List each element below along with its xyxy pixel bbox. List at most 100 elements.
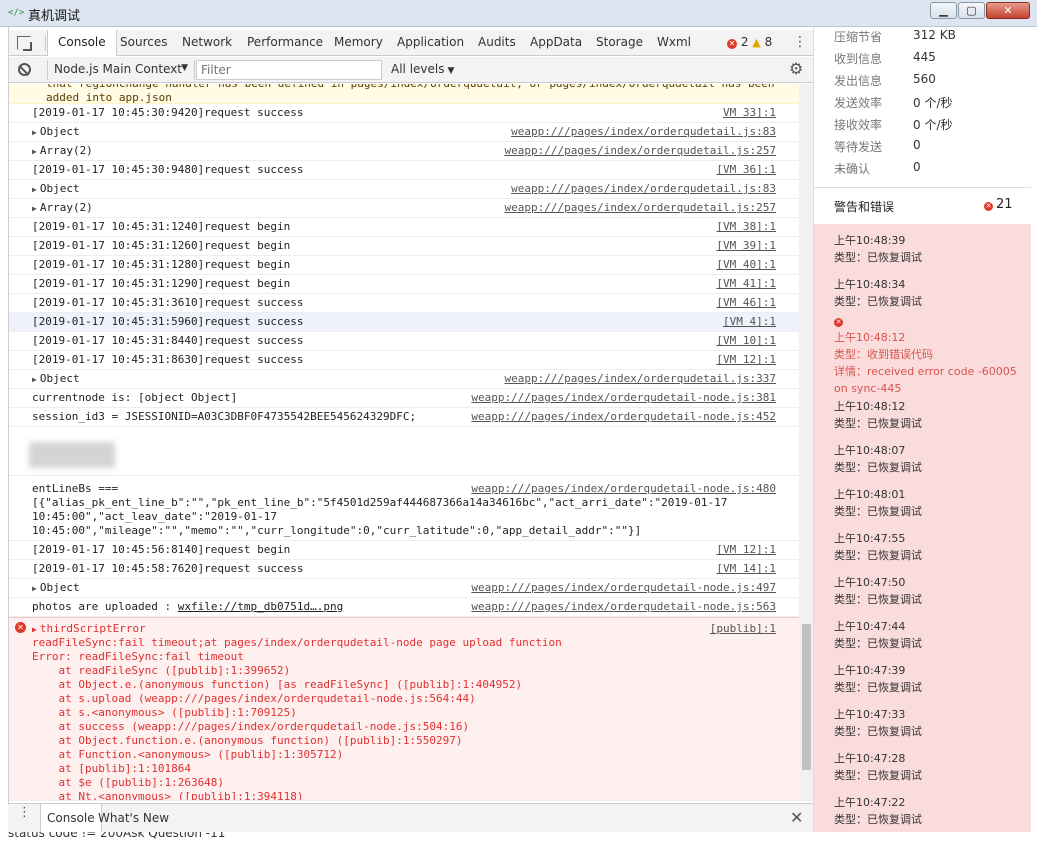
source-link[interactable]: [VM 10]:1 (716, 334, 776, 348)
log-levels-select[interactable]: All levels ▼ (391, 62, 454, 76)
source-link[interactable]: weapp:///pages/index/orderqudetail-node.… (471, 410, 776, 424)
log-message-text: Array(2) (39, 201, 93, 214)
tab-storage[interactable]: Storage (596, 35, 643, 49)
expand-triangle-icon[interactable]: ▶ (32, 185, 37, 194)
scroll-thumb[interactable] (802, 624, 811, 770)
log-row: [2019-01-17 10:45:58:7620]request succes… (9, 560, 799, 579)
alert-detail1: 详情：received error code -60005 (834, 365, 1017, 378)
error-warning-counter[interactable]: ✕ 2 ▲ 8 (727, 35, 772, 49)
minimize-button[interactable]: ▁ (930, 2, 957, 19)
warning-count: 8 (764, 35, 773, 49)
expand-triangle-icon[interactable]: ▶ (32, 375, 37, 384)
source-link[interactable]: [VM 36]:1 (716, 163, 776, 177)
more-options-icon[interactable]: ⋮ (793, 35, 807, 49)
source-link[interactable]: weapp:///pages/index/orderqudetail.js:83 (511, 125, 776, 139)
stat-label: 等待发送 (834, 140, 883, 154)
source-link[interactable]: [VM 46]:1 (716, 296, 776, 310)
log-message-text: currentnode is: [object Object] (32, 391, 238, 404)
source-link[interactable]: weapp:///pages/index/orderqudetail.js:25… (504, 144, 776, 158)
alerts-count-value: 21 (996, 197, 1013, 212)
error-icon: ✕ (727, 39, 737, 49)
stat-row: 发出信息 560 (834, 72, 936, 89)
source-link[interactable]: VM 33]:1 (723, 106, 776, 120)
source-link[interactable]: weapp:///pages/index/orderqudetail.js:33… (504, 372, 776, 386)
tab-separator (45, 35, 46, 51)
source-link[interactable]: weapp:///pages/index/orderqudetail.js:83 (511, 182, 776, 196)
log-row: [2019-01-17 10:45:31:8440]request succes… (9, 332, 799, 351)
log-row[interactable]: ▶ Object weapp:///pages/index/orderqudetai… (9, 180, 799, 199)
tab-console[interactable]: Console (47, 30, 117, 56)
alert-item: 上午10:48:01 类型：已恢复调试 (834, 486, 922, 520)
log-message: [2019-01-17 10:45:31:3610]request succes… (32, 296, 304, 310)
tab-audits[interactable]: Audits (478, 35, 516, 49)
source-link[interactable]: [VM 12]:1 (716, 543, 776, 557)
log-row[interactable]: ▶ Array(2) weapp:///pages/index/orderqudet… (9, 142, 799, 161)
log-message-text: [2019-01-17 10:45:30:9480]request succes… (32, 163, 304, 176)
log-row[interactable]: ▶ Object weapp:///pages/index/orderqudetai… (9, 579, 799, 598)
stat-row: 未确认 0 (834, 160, 921, 177)
log-message-text: [2019-01-17 10:45:30:9420]request succes… (32, 106, 304, 119)
log-row: [2019-01-17 10:45:56:8140]request begin [… (9, 541, 799, 560)
tab-application[interactable]: Application (397, 35, 464, 49)
source-link[interactable]: weapp:///pages/index/orderqudetail-node.… (471, 581, 776, 595)
clear-console-icon[interactable] (18, 63, 31, 76)
source-link[interactable]: weapp:///pages/index/orderqudetail-node.… (471, 391, 776, 405)
close-drawer-icon[interactable]: ✕ (790, 808, 803, 827)
source-link[interactable]: weapp:///pages/index/orderqudetail-node.… (471, 600, 776, 614)
log-row[interactable]: ▶ Object weapp:///pages/index/orderqudetai… (9, 123, 799, 142)
close-window-button[interactable]: ✕ (986, 2, 1030, 19)
log-row[interactable]: ▶ Object weapp:///pages/index/orderqudetai… (9, 370, 799, 389)
source-link[interactable]: [publib]:1 (710, 622, 776, 636)
log-message-text: [2019-01-17 10:45:31:1290]request begin (32, 277, 291, 290)
log-message-text: [2019-01-17 10:45:31:3610]request succes… (32, 296, 304, 309)
alert-type: 类型：已恢复调试 (834, 417, 922, 430)
expand-triangle-icon[interactable]: ▶ (32, 128, 37, 137)
devtools-panel: Console Sources Network Performance Memo… (8, 27, 814, 832)
log-message-text: [2019-01-17 10:45:31:5960]request succes… (32, 315, 304, 328)
tab-performance[interactable]: Performance (247, 35, 323, 49)
log-row: [2019-01-17 10:45:31:1260]request begin [… (9, 237, 799, 256)
tab-memory[interactable]: Memory (334, 35, 383, 49)
source-link[interactable]: weapp:///pages/index/orderqudetail.js:25… (504, 201, 776, 215)
log-row: currentnode is: [object Object] weapp:///… (9, 389, 799, 408)
expand-triangle-icon[interactable]: ▶ (32, 147, 37, 156)
expand-triangle-icon: ▶ (32, 625, 37, 634)
alert-time: 上午10:48:07 (834, 444, 906, 457)
source-link[interactable]: [VM 14]:1 (716, 562, 776, 576)
log-scrollbar[interactable] (799, 84, 814, 800)
drawer-tab-whats-new[interactable]: What's New (92, 804, 175, 832)
inspect-element-icon[interactable] (17, 36, 31, 50)
drawer-menu-icon[interactable]: ⋮ (18, 806, 31, 819)
source-link[interactable]: [VM 38]:1 (716, 220, 776, 234)
source-link[interactable]: [VM 4]:1 (723, 315, 776, 329)
expand-triangle-icon[interactable]: ▶ (32, 584, 37, 593)
source-link[interactable]: [VM 40]:1 (716, 258, 776, 272)
stat-row: 收到信息 445 (834, 50, 936, 67)
tab-wxml[interactable]: Wxml (657, 35, 691, 49)
tab-sources[interactable]: Sources (120, 35, 167, 49)
stats-list: 压缩节省 312 KB 收到信息 445 发出信息 560 发送效率 0 个/秒 接收效率 0 个… (814, 27, 1031, 187)
context-select[interactable]: Node.js Main Context ▼ (47, 60, 195, 80)
log-row[interactable]: ▶ Array(2) weapp:///pages/index/orderqudet… (9, 199, 799, 218)
alert-time: 上午10:47:50 (834, 576, 906, 589)
alert-type: 类型：已恢复调试 (834, 681, 922, 694)
source-link[interactable]: [VM 41]:1 (716, 277, 776, 291)
stat-label: 压缩节省 (834, 30, 883, 44)
expand-triangle-icon[interactable]: ▶ (32, 204, 37, 213)
filter-input[interactable] (196, 60, 382, 80)
source-link[interactable]: [VM 39]:1 (716, 239, 776, 253)
tab-appdata[interactable]: AppData (530, 35, 582, 49)
alert-item: 上午10:47:39 类型：已恢复调试 (834, 662, 922, 696)
error-head[interactable]: ▶ thirdScriptError (32, 622, 146, 637)
maximize-button[interactable]: ▢ (958, 2, 985, 19)
source-link[interactable]: weapp:///pages/index/orderqudetail-node.… (471, 482, 776, 496)
source-link[interactable]: [VM 12]:1 (716, 353, 776, 367)
alert-time: 上午10:48:12 (834, 331, 906, 344)
photo-file-link[interactable]: wxfile://tmp_db0751d….png (178, 600, 344, 613)
alert-time: 上午10:47:44 (834, 620, 906, 633)
tab-network[interactable]: Network (182, 35, 232, 49)
stat-value: 560 (913, 72, 936, 86)
log-message: ▶ Object (32, 182, 80, 197)
alert-type: 类型：已恢复调试 (834, 295, 922, 308)
gear-icon[interactable]: ⚙ (789, 61, 803, 77)
